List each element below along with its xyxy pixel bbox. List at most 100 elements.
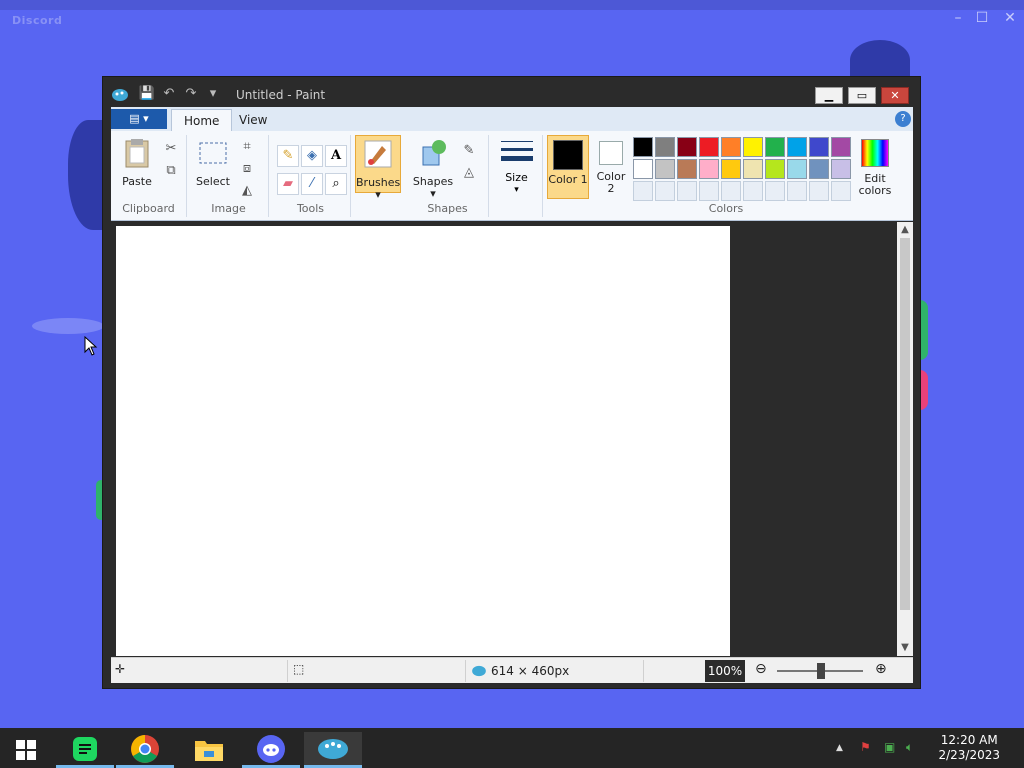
save-icon[interactable]: 💾 (137, 85, 157, 103)
select-label: Select (196, 175, 230, 188)
cut-icon[interactable]: ✂ (161, 139, 181, 159)
paste-button[interactable]: Paste (117, 137, 157, 188)
shapes-group: Shapes ▾ ✎ ◬ Shapes (407, 135, 489, 217)
brushes-button[interactable]: Brushes ▾ (355, 135, 401, 201)
color-swatch[interactable] (831, 137, 851, 157)
mascot-illustration (850, 40, 910, 80)
color-swatch[interactable] (699, 159, 719, 179)
taskbar: ▲ ⚑ ▣ 🔈︎ 12:20 AM 2/23/2023 (0, 728, 1024, 768)
pencil-icon[interactable]: ✎ (277, 145, 299, 167)
custom-color-slot[interactable] (809, 181, 829, 201)
color-swatch[interactable] (743, 159, 763, 179)
scroll-thumb[interactable] (900, 238, 910, 610)
color-swatch[interactable] (655, 159, 675, 179)
zoom-slider-thumb[interactable] (817, 663, 825, 679)
close-button[interactable]: ✕ (881, 87, 909, 104)
resize-icon[interactable]: ⧈ (237, 159, 257, 179)
maximize-button[interactable]: ▭ (848, 87, 876, 104)
clock[interactable]: 12:20 AM 2/23/2023 (938, 733, 1000, 763)
file-menu-button[interactable]: ▤ ▾ (111, 109, 167, 129)
taskbar-app-notes[interactable] (56, 732, 114, 768)
outline-icon[interactable]: ✎ (459, 141, 479, 161)
crop-icon[interactable]: ⌗ (237, 137, 257, 157)
color-swatch[interactable] (677, 137, 697, 157)
color1-button[interactable]: Color 1 (547, 135, 589, 199)
color-swatch[interactable] (831, 159, 851, 179)
shapes-button[interactable]: Shapes ▾ (411, 137, 455, 200)
color-swatch[interactable] (721, 159, 741, 179)
text-icon[interactable]: A (325, 145, 347, 167)
discord-maximize-button[interactable]: ☐ (968, 10, 996, 26)
color-swatch[interactable] (721, 137, 741, 157)
color-swatch[interactable] (743, 137, 763, 157)
shape-fill-icon[interactable]: ◬ (459, 163, 479, 183)
edit-colors-button[interactable]: Edit colors (853, 135, 897, 197)
undo-icon[interactable]: ↶ (159, 85, 179, 103)
color-swatch[interactable] (699, 137, 719, 157)
help-icon[interactable]: ? (895, 111, 911, 127)
scroll-up-icon[interactable]: ▲ (897, 222, 913, 238)
color-swatch[interactable] (765, 137, 785, 157)
color-swatch[interactable] (655, 137, 675, 157)
custom-color-slot[interactable] (765, 181, 785, 201)
canvas-dimensions: 614 × 460px (491, 664, 570, 678)
custom-color-slot[interactable] (831, 181, 851, 201)
volume-icon[interactable]: 🔈︎ (906, 740, 913, 755)
eraser-icon[interactable]: ▰ (277, 173, 299, 195)
custom-color-slot[interactable] (721, 181, 741, 201)
copy-icon[interactable]: ⧉ (161, 161, 181, 181)
select-button[interactable]: Select (193, 137, 233, 188)
image-group: Select ⌗ ⧈ ◭ Image (189, 135, 269, 217)
color-swatch[interactable] (633, 159, 653, 179)
drawing-canvas[interactable] (116, 226, 730, 656)
discord-close-button[interactable]: ✕ (996, 10, 1024, 26)
color-swatch[interactable] (765, 159, 785, 179)
custom-color-slot[interactable] (699, 181, 719, 201)
notes-app-icon (73, 736, 97, 761)
custom-color-slot[interactable] (743, 181, 763, 201)
size-group[interactable]: Size ▾ (491, 135, 543, 217)
color-swatch[interactable] (809, 159, 829, 179)
rotate-icon[interactable]: ◭ (237, 181, 257, 201)
color-swatch[interactable] (787, 137, 807, 157)
taskbar-app-chrome[interactable] (116, 732, 174, 768)
brushes-label: Brushes (356, 176, 401, 189)
color-picker-icon[interactable]: ⁄ (301, 173, 323, 195)
network-icon[interactable]: ▣ (884, 740, 895, 754)
chevron-down-icon: ▾ (514, 185, 519, 195)
color-swatch[interactable] (787, 159, 807, 179)
zoom-in-icon[interactable]: ⊕ (875, 661, 887, 677)
show-hidden-icons-icon[interactable]: ▲ (836, 743, 843, 753)
scroll-down-icon[interactable]: ▼ (897, 640, 913, 656)
tab-view[interactable]: View (227, 109, 279, 131)
select-icon (199, 142, 227, 164)
redo-icon[interactable]: ↷ (181, 85, 201, 103)
start-button[interactable] (0, 732, 52, 768)
custom-color-slot[interactable] (633, 181, 653, 201)
vertical-scrollbar[interactable]: ▲ ▼ (897, 222, 913, 656)
color-swatch[interactable] (809, 137, 829, 157)
custom-color-slot[interactable] (787, 181, 807, 201)
paste-label: Paste (122, 175, 152, 188)
folder-icon (195, 741, 223, 761)
paint-window: 💾 ↶ ↷ ▾ Untitled - Paint ▁ ▭ ✕ ▤ ▾ Home … (102, 76, 921, 689)
size-label: Size (505, 171, 528, 184)
minimize-button[interactable]: ▁ (815, 87, 843, 104)
group-label: Shapes (427, 202, 468, 215)
customize-qa-icon[interactable]: ▾ (203, 85, 223, 103)
color2-button[interactable]: Color 2 (593, 135, 629, 199)
taskbar-app-paint[interactable] (304, 732, 362, 768)
magnifier-icon[interactable]: ⌕ (325, 173, 347, 195)
title-bar: 💾 ↶ ↷ ▾ Untitled - Paint ▁ ▭ ✕ (103, 77, 920, 107)
color-swatch[interactable] (677, 159, 697, 179)
taskbar-app-explorer[interactable] (180, 732, 238, 768)
fill-icon[interactable]: ◈ (301, 145, 323, 167)
color-swatch[interactable] (633, 137, 653, 157)
tab-home[interactable]: Home (171, 109, 233, 131)
flag-icon[interactable]: ⚑ (860, 740, 871, 754)
zoom-out-icon[interactable]: ⊖ (755, 661, 767, 677)
zoom-level[interactable]: 100% (705, 660, 745, 682)
taskbar-app-discord[interactable] (242, 732, 300, 768)
custom-color-slot[interactable] (655, 181, 675, 201)
custom-color-slot[interactable] (677, 181, 697, 201)
